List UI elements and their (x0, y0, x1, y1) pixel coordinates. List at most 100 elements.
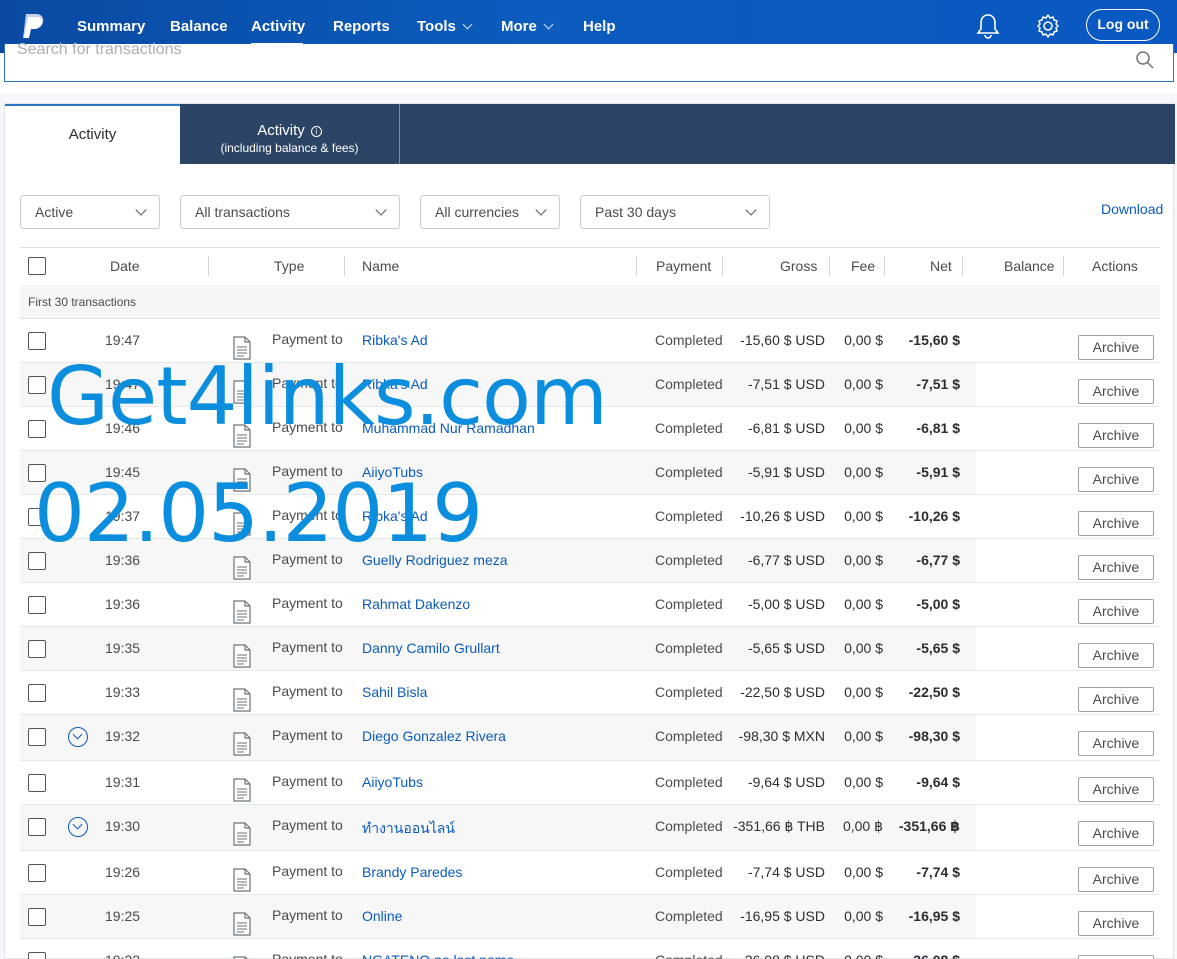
document-icon (233, 822, 251, 846)
archive-button[interactable]: Archive (1078, 687, 1154, 712)
row-name-link[interactable]: AiiyoTubs (362, 774, 423, 790)
row-name-link[interactable]: Online (362, 908, 402, 924)
row-checkbox[interactable] (28, 908, 46, 926)
table-row[interactable]: 19:25 Payment to Online Completed -16,95 $ U… (20, 895, 1160, 939)
row-checkbox[interactable] (28, 774, 46, 792)
table-row[interactable]: 19:47 Payment to Ribka's Ad Completed -7,51 … (20, 363, 1160, 407)
info-icon[interactable]: i (310, 126, 322, 137)
archive-button[interactable]: Archive (1078, 777, 1154, 802)
table-row[interactable]: 19:26 Payment to Brandy Paredes Completed -7… (20, 851, 1160, 895)
row-checkbox[interactable] (28, 864, 46, 882)
table-row[interactable]: 19:36 Payment to Guelly Rodriguez meza Comp… (20, 539, 1160, 583)
row-status: Completed (655, 420, 723, 436)
row-fee: 0,00 $ (844, 952, 883, 959)
row-name-link[interactable]: Rahmat Dakenzo (362, 596, 470, 612)
logout-button[interactable]: Log out (1086, 9, 1160, 41)
date-filter-dropdown[interactable]: Past 30 days (580, 195, 770, 229)
row-checkbox[interactable] (28, 640, 46, 658)
archive-button[interactable]: Archive (1078, 821, 1154, 846)
table-row[interactable]: 19:33 Payment to Sahil Bisla Completed -22,5… (20, 671, 1160, 715)
table-row[interactable]: 19:36 Payment to Rahmat Dakenzo Completed -5… (20, 583, 1160, 627)
row-checkbox[interactable] (28, 508, 46, 526)
row-time: 19:33 (105, 684, 141, 700)
row-name-link[interactable]: AiiyoTubs (362, 464, 423, 480)
row-checkbox[interactable] (28, 464, 46, 482)
archive-button[interactable]: Archive (1078, 955, 1154, 959)
table-row[interactable]: 19:32 Payment to Diego Gonzalez Rivera Comp… (20, 715, 1160, 761)
row-checkbox[interactable] (28, 332, 46, 350)
tab-activity-balance-fees[interactable]: Activity i (including balance & fees) (180, 104, 400, 164)
archive-button[interactable]: Archive (1078, 379, 1154, 404)
archive-button[interactable]: Archive (1078, 911, 1154, 936)
status-filter-dropdown[interactable]: Active (20, 195, 160, 229)
archive-button[interactable]: Archive (1078, 643, 1154, 668)
document-icon (233, 868, 251, 892)
row-time: 19:26 (105, 864, 141, 880)
expand-chevron-icon[interactable] (68, 727, 88, 747)
row-gross: -10,26 $ USD (740, 508, 825, 524)
row-name-link[interactable]: Danny Camilo Grullart (362, 640, 500, 656)
archive-button[interactable]: Archive (1078, 511, 1154, 536)
currency-filter-dropdown[interactable]: All currencies (420, 195, 560, 229)
row-name-link[interactable]: ทำงานออนไลน์ (362, 818, 455, 840)
archive-button[interactable]: Archive (1078, 423, 1154, 448)
search-icon[interactable] (1135, 50, 1155, 70)
table-row[interactable]: 19:46 Payment to Muhammad Nur Ramadhan Comp… (20, 407, 1160, 451)
expand-chevron-icon[interactable] (68, 817, 88, 837)
row-checkbox[interactable] (28, 818, 46, 836)
row-checkbox[interactable] (28, 684, 46, 702)
archive-button[interactable]: Archive (1078, 867, 1154, 892)
row-checkbox[interactable] (28, 552, 46, 570)
archive-button[interactable]: Archive (1078, 599, 1154, 624)
row-name-link[interactable]: Muhammad Nur Ramadhan (362, 420, 535, 436)
row-name-link[interactable]: Diego Gonzalez Rivera (362, 728, 506, 744)
gear-icon[interactable] (1035, 12, 1061, 40)
paypal-logo-icon[interactable] (20, 12, 46, 40)
table-row[interactable]: 19:22 Payment to NGATENO no last name Compl… (20, 939, 1160, 959)
table-row[interactable]: 19:31 Payment to AiiyoTubs Completed -9,64 $… (20, 761, 1160, 805)
table-row[interactable]: 19:35 Payment to Danny Camilo Grullart Comp… (20, 627, 1160, 671)
tab-sublabel: (including balance & fees) (220, 141, 359, 155)
select-all-checkbox[interactable] (28, 257, 46, 275)
document-icon (233, 732, 251, 756)
row-checkbox[interactable] (28, 376, 46, 394)
row-gross: -7,51 $ USD (747, 376, 825, 392)
row-name-link[interactable]: Ribka's Ad (362, 508, 428, 524)
row-name-link[interactable]: NGATENO no last name (362, 952, 514, 959)
row-checkbox[interactable] (28, 952, 46, 959)
row-fee: 0,00 $ (844, 908, 883, 924)
row-time: 19:37 (105, 508, 141, 524)
row-name-link[interactable]: Guelly Rodriguez meza (362, 552, 508, 568)
tab-activity[interactable]: Activity (5, 104, 180, 164)
row-background (20, 851, 976, 894)
row-time: 19:30 (105, 818, 141, 834)
row-name-link[interactable]: Ribka's Ad (362, 332, 428, 348)
table-row[interactable]: 19:30 Payment to ทำงานออนไลน์ Completed -351… (20, 805, 1160, 851)
column-divider (884, 256, 885, 276)
row-status: Completed (655, 684, 723, 700)
row-checkbox[interactable] (28, 420, 46, 438)
row-net: -351,66 ฿ (898, 818, 960, 834)
column-header-date[interactable]: Date (110, 258, 140, 274)
row-name-link[interactable]: Ribka's Ad (362, 376, 428, 392)
row-checkbox[interactable] (28, 728, 46, 746)
row-gross: -22,50 $ USD (740, 684, 825, 700)
table-row[interactable]: 19:45 Payment to AiiyoTubs Completed -5,91 $… (20, 451, 1160, 495)
archive-button[interactable]: Archive (1078, 335, 1154, 360)
type-filter-dropdown[interactable]: All transactions (180, 195, 400, 229)
tab-title: Activity i (180, 122, 399, 139)
row-fee: 0,00 $ (844, 420, 883, 436)
download-link[interactable]: Download (1101, 201, 1163, 217)
search-input[interactable] (17, 40, 1117, 60)
row-time: 19:22 (105, 952, 140, 959)
table-row[interactable]: 19:37 Payment to Ribka's Ad Completed -10,26… (20, 495, 1160, 539)
archive-button[interactable]: Archive (1078, 467, 1154, 492)
row-name-link[interactable]: Sahil Bisla (362, 684, 427, 700)
row-status: Completed (655, 640, 723, 656)
bell-icon[interactable] (975, 12, 1001, 40)
row-checkbox[interactable] (28, 596, 46, 614)
archive-button[interactable]: Archive (1078, 555, 1154, 580)
archive-button[interactable]: Archive (1078, 731, 1154, 756)
row-name-link[interactable]: Brandy Paredes (362, 864, 462, 880)
table-row[interactable]: 19:47 Payment to Ribka's Ad Completed -15,60… (20, 319, 1160, 363)
